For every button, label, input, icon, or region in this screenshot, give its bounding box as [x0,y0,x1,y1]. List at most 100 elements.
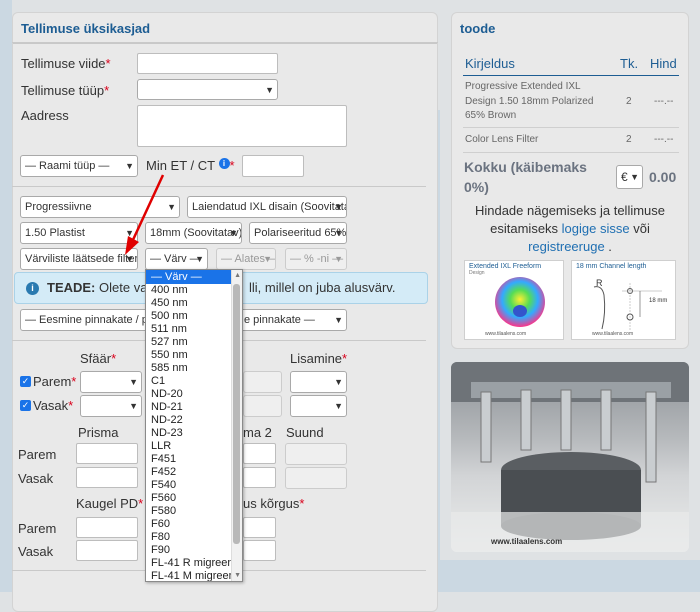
right-prism2-input[interactable] [243,443,276,464]
color-option[interactable]: F560 [146,492,242,505]
right-pd-input[interactable] [76,517,138,538]
address-label: Aadress [21,108,69,123]
color-option[interactable]: 585 nm [146,362,242,375]
right-prism-input[interactable] [76,443,138,464]
info-icon[interactable]: i [218,158,230,169]
color-option[interactable]: 400 nm [146,284,242,297]
login-link[interactable]: logige sisse [562,221,630,236]
annotation-arrow-icon [125,174,165,255]
chevron-down-icon: ▼ [265,85,274,95]
chevron-down-icon: ▼ [334,401,343,411]
notice-prefix: TEADE: [47,280,96,295]
left-sphere-select[interactable]: ▼ [80,395,142,417]
left-eye-label: Vasak* [33,398,74,413]
chevron-down-icon: ▼ [334,254,343,264]
direction-label: Suund [286,425,324,440]
color-option[interactable]: F90 [146,544,242,557]
right-direction-input [285,443,347,465]
product-row-qty: 2 [626,134,632,145]
header-description: Kirjeldus [465,56,515,71]
color-option[interactable]: F60 [146,518,242,531]
scroll-down-icon[interactable]: ▼ [234,572,241,579]
min-et-ct-input[interactable] [242,155,304,177]
left-pd-input[interactable] [76,540,138,561]
machine-illustration [451,362,689,552]
promo-freeform-title: Extended IXL Freeform [469,263,542,270]
prism-right-label: Parem [18,447,57,462]
product-row-price: ---.-- [654,96,674,107]
divider [12,42,438,43]
color-option[interactable]: 527 nm [146,336,242,349]
order-details-title: Tellimuse üksikasjad [13,13,437,44]
chevron-down-icon: ▼ [129,401,138,411]
tint-from-select: — Alates — ▼ [216,248,276,270]
product-row: Progressive Extended IXL Design 1.50 18m… [463,80,679,128]
color-option[interactable]: ND-20 [146,388,242,401]
color-option[interactable]: F540 [146,479,242,492]
color-option[interactable]: F580 [146,505,242,518]
left-direction-input [285,467,347,489]
left-prism2-input[interactable] [243,467,276,488]
left-eye-checkbox[interactable]: ✓ [20,400,31,411]
notice-text-right: lli, millel on juba alusvärv. [249,280,396,295]
order-ref-label: Tellimuse viide* [21,56,111,71]
currency-select[interactable]: € ▼ [616,165,643,189]
prism2-label: ma 2 [243,425,272,440]
color-option[interactable]: 511 nm [146,323,242,336]
channel-diagram-icon [593,283,662,331]
color-option[interactable]: ND-23 [146,427,242,440]
prism-label: Prisma [78,425,119,440]
chevron-down-icon: ▼ [195,254,204,264]
color-option[interactable]: ND-22 [146,414,242,427]
color-option[interactable]: ND-21 [146,401,242,414]
info-icon: i [26,282,39,295]
polarized-select[interactable]: Polariseeritud 65% ▼ [249,222,347,244]
right-sphere-select[interactable]: ▼ [80,371,142,393]
divider [12,186,426,187]
chevron-down-icon: ▼ [334,315,343,325]
color-option[interactable]: FL-41 R migreen [146,557,242,570]
scrollbar-thumb[interactable] [233,284,240,544]
color-option[interactable]: 500 nm [146,310,242,323]
left-height-input[interactable] [243,540,276,561]
color-option[interactable]: — Värv — [146,270,242,284]
product-row-price: ---.-- [654,134,674,145]
promo-freeform-footer: www.tilaalens.com [485,331,527,337]
register-link[interactable]: registreeruge [528,239,605,254]
pd-left-label: Vasak [18,544,54,559]
scroll-up-icon[interactable]: ▲ [234,272,241,279]
background-decoration [440,560,700,592]
color-option[interactable]: FL-41 M migreen [146,570,242,581]
left-addition-select[interactable]: ▼ [290,395,347,417]
color-option[interactable]: F80 [146,531,242,544]
chevron-down-icon: ▼ [334,202,343,212]
product-title: toode [460,21,496,36]
right-addition-select[interactable]: ▼ [290,371,347,393]
color-option[interactable]: 550 nm [146,349,242,362]
color-option[interactable]: 450 nm [146,297,242,310]
chevron-down-icon: ▼ [263,254,272,264]
color-option[interactable]: F452 [146,466,242,479]
photo-footer: www.tilaalens.com [491,537,563,546]
left-prism-input[interactable] [76,467,138,488]
sphere-label: Sfäär* [80,351,117,366]
color-option[interactable]: F451 [146,453,242,466]
promo-channel-image[interactable]: 18 mm Channel length R 18 mm www.tilaale… [571,260,676,340]
color-option[interactable]: LLR [146,440,242,453]
promo-freeform-image[interactable]: Extended IXL Freeform Design www.tilaale… [464,260,564,340]
order-ref-input[interactable] [137,53,278,74]
total-label: Kokku (käibemaks 0%) [464,159,587,195]
color-dropdown-list[interactable]: — Värv —400 nm 450 nm 500 nm 511 nm 527 nm 55… [145,269,243,582]
pd-label: Kaugel PD* [76,496,144,511]
color-option[interactable]: C1 [146,375,242,388]
addition-label: Lisamine* [290,351,348,366]
right-height-input[interactable] [243,517,276,538]
right-eye-label: Parem* [33,374,77,389]
header-price: Hind [650,56,677,71]
address-textarea[interactable] [137,105,347,147]
lens-design-detail-select[interactable]: Laiendatud IXL disain (Soovitatav) ▼ [187,196,347,218]
chevron-down-icon: ▼ [334,377,343,387]
product-row: Color Lens Filter 2 ---.-- [463,129,679,153]
right-eye-checkbox[interactable]: ✓ [20,376,31,387]
order-type-select[interactable]: ▼ [137,79,278,100]
